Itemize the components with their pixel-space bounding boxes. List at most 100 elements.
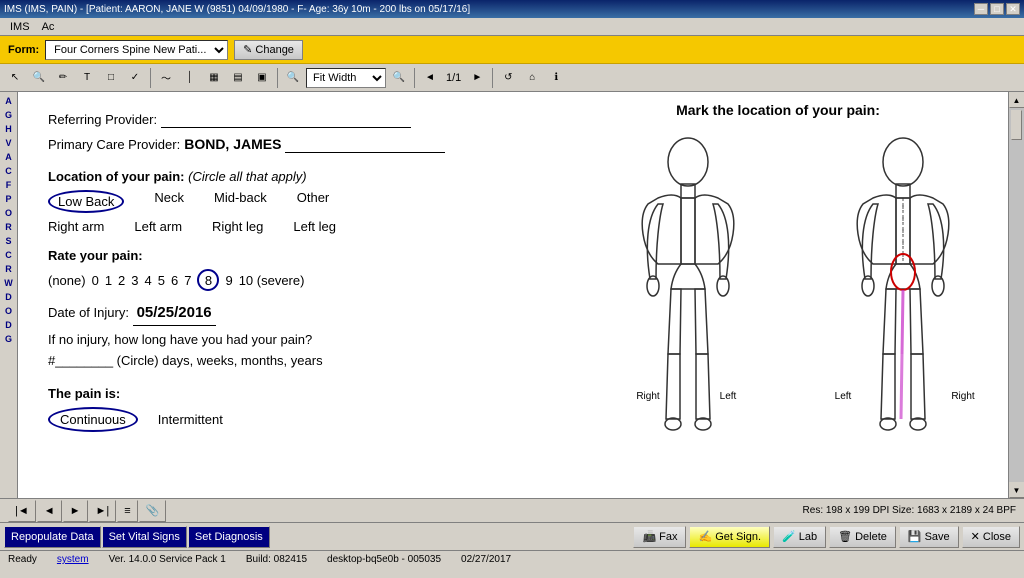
toolbar-prev[interactable]: ◄ (419, 67, 441, 89)
pain-right-leg[interactable]: Right leg (212, 219, 263, 234)
diagram-svg-area: Right Left Left Right (568, 124, 988, 498)
sidebar-g2[interactable]: G (0, 332, 17, 346)
injury-date-value[interactable]: 05/25/2016 (133, 301, 216, 326)
body-diagram: Mark the location of your pain: Right Le… (568, 102, 988, 498)
pain-mid-back[interactable]: Mid-back (214, 190, 267, 213)
location-subtitle: (Circle all that apply) (188, 169, 307, 184)
maximize-button[interactable]: □ (990, 3, 1004, 15)
sidebar-w[interactable]: W (0, 276, 17, 290)
toolbar-pen[interactable]: ✏ (52, 67, 74, 89)
sidebar-v[interactable]: V (0, 136, 17, 150)
main-area: A G H V A C F P O R S C R W D O D G Refe… (0, 92, 1024, 498)
pain-rating-row: (none) 0 1 2 3 4 5 6 7 8 9 10 (severe) (48, 269, 528, 291)
sidebar-h[interactable]: H (0, 122, 17, 136)
toolbar-stamp[interactable]: □ (100, 67, 122, 89)
sidebar-r1[interactable]: R (0, 220, 17, 234)
sep2 (277, 68, 278, 88)
sidebar-r2[interactable]: R (0, 262, 17, 276)
pain-other[interactable]: Other (297, 190, 330, 213)
page-last-btn[interactable]: ►| (89, 500, 117, 522)
sidebar-a2[interactable]: A (0, 150, 17, 164)
pain-low-back[interactable]: Low Back (48, 190, 124, 213)
save-button[interactable]: 💾 Save (899, 526, 959, 548)
sep1 (150, 68, 151, 88)
toolbar-img2[interactable]: ▤ (227, 67, 249, 89)
scroll-track[interactable] (1009, 108, 1024, 482)
scroll-thumb[interactable] (1011, 110, 1022, 140)
rating-3[interactable]: 3 (131, 273, 138, 288)
sidebar-o1[interactable]: O (0, 206, 17, 220)
toolbar-highlight[interactable]: T (76, 67, 98, 89)
toolbar-zoom[interactable]: 🔍 (282, 67, 304, 89)
page-prev-btn[interactable]: ◄ (37, 500, 62, 522)
pain-right-arm[interactable]: Right arm (48, 219, 104, 234)
toolbar-zoom-in[interactable]: 🔍 (28, 67, 50, 89)
toolbar-refresh[interactable]: ↺ (497, 67, 519, 89)
rating-4[interactable]: 4 (145, 273, 152, 288)
sidebar-p[interactable]: P (0, 192, 17, 206)
change-button[interactable]: ✎ Change (234, 40, 303, 60)
repopulate-button[interactable]: Repopulate Data (4, 526, 101, 548)
pain-intermittent[interactable]: Intermittent (158, 412, 223, 427)
pain-neck[interactable]: Neck (154, 190, 184, 213)
svg-text:Right: Right (636, 391, 660, 402)
rating-0[interactable]: 0 (92, 273, 99, 288)
sidebar-d1[interactable]: D (0, 290, 17, 304)
toolbar-info[interactable]: ℹ (545, 67, 567, 89)
title-bar: IMS (IMS, PAIN) - [Patient: AARON, JANE … (0, 0, 1024, 18)
page-next-btn[interactable]: ► (63, 500, 88, 522)
set-vital-signs-button[interactable]: Set Vital Signs (102, 526, 187, 548)
fit-width-select[interactable]: Fit Width (306, 68, 386, 88)
toolbar-next[interactable]: ► (466, 67, 488, 89)
injury-date-line: Date of Injury: 05/25/2016 (48, 301, 528, 326)
toolbar-select[interactable]: ↖ (4, 67, 26, 89)
pain-continuous[interactable]: Continuous (48, 407, 138, 432)
toolbar-wave[interactable]: 〜 (155, 67, 177, 89)
rating-10[interactable]: 10 (severe) (239, 273, 305, 288)
fax-button[interactable]: 📠 Fax (633, 526, 686, 548)
sidebar-g[interactable]: G (0, 108, 17, 122)
toolbar-img[interactable]: ▦ (203, 67, 225, 89)
pain-left-arm[interactable]: Left arm (134, 219, 182, 234)
toolbar-line[interactable]: │ (179, 67, 201, 89)
sidebar-a1[interactable]: A (0, 94, 17, 108)
bottom-toolbar: Repopulate Data Set Vital Signs Set Diag… (0, 522, 1024, 550)
page-first-btn[interactable]: |◄ (8, 500, 36, 522)
sidebar-c1[interactable]: C (0, 164, 17, 178)
title-text: IMS (IMS, PAIN) - [Patient: AARON, JANE … (4, 4, 470, 15)
rating-6[interactable]: 6 (171, 273, 178, 288)
rating-9[interactable]: 9 (225, 273, 232, 288)
rating-5[interactable]: 5 (158, 273, 165, 288)
delete-button[interactable]: 🗑 Delete (829, 526, 896, 548)
page-ref-btn[interactable]: 📎 (139, 500, 167, 522)
sidebar-o2[interactable]: O (0, 304, 17, 318)
set-diagnosis-button[interactable]: Set Diagnosis (188, 526, 270, 548)
toolbar-img3[interactable]: ▣ (251, 67, 273, 89)
sidebar-s[interactable]: S (0, 234, 17, 248)
lab-button[interactable]: 🧪 Lab (773, 526, 826, 548)
toolbar-check[interactable]: ✓ (124, 67, 146, 89)
toolbar-zoom-out[interactable]: 🔍 (388, 67, 410, 89)
rating-2[interactable]: 2 (118, 273, 125, 288)
toolbar-house[interactable]: ⌂ (521, 67, 543, 89)
close-button-bottom[interactable]: ✕ Close (962, 526, 1020, 548)
rating-8[interactable]: 8 (197, 269, 219, 291)
pain-left-leg[interactable]: Left leg (293, 219, 336, 234)
scroll-down-button[interactable]: ▼ (1009, 482, 1024, 498)
menu-ims[interactable]: IMS (4, 21, 36, 33)
menu-ac[interactable]: Ac (36, 21, 61, 33)
rating-none[interactable]: (none) (48, 273, 86, 288)
rating-1[interactable]: 1 (105, 273, 112, 288)
form-select[interactable]: Four Corners Spine New Pati... (45, 40, 228, 60)
pain-rating-title: Rate your pain: (48, 248, 528, 263)
rating-7[interactable]: 7 (184, 273, 191, 288)
sidebar-d2[interactable]: D (0, 318, 17, 332)
lab-icon: 🧪 (782, 530, 796, 543)
scroll-up-button[interactable]: ▲ (1009, 92, 1024, 108)
sidebar-c2[interactable]: C (0, 248, 17, 262)
get-sign-button[interactable]: ✍ Get Sign. (689, 526, 770, 548)
minimize-button[interactable]: ─ (974, 3, 988, 15)
sidebar-f[interactable]: F (0, 178, 17, 192)
close-button[interactable]: ✕ (1006, 3, 1020, 15)
page-list-btn[interactable]: ≡ (117, 500, 137, 522)
